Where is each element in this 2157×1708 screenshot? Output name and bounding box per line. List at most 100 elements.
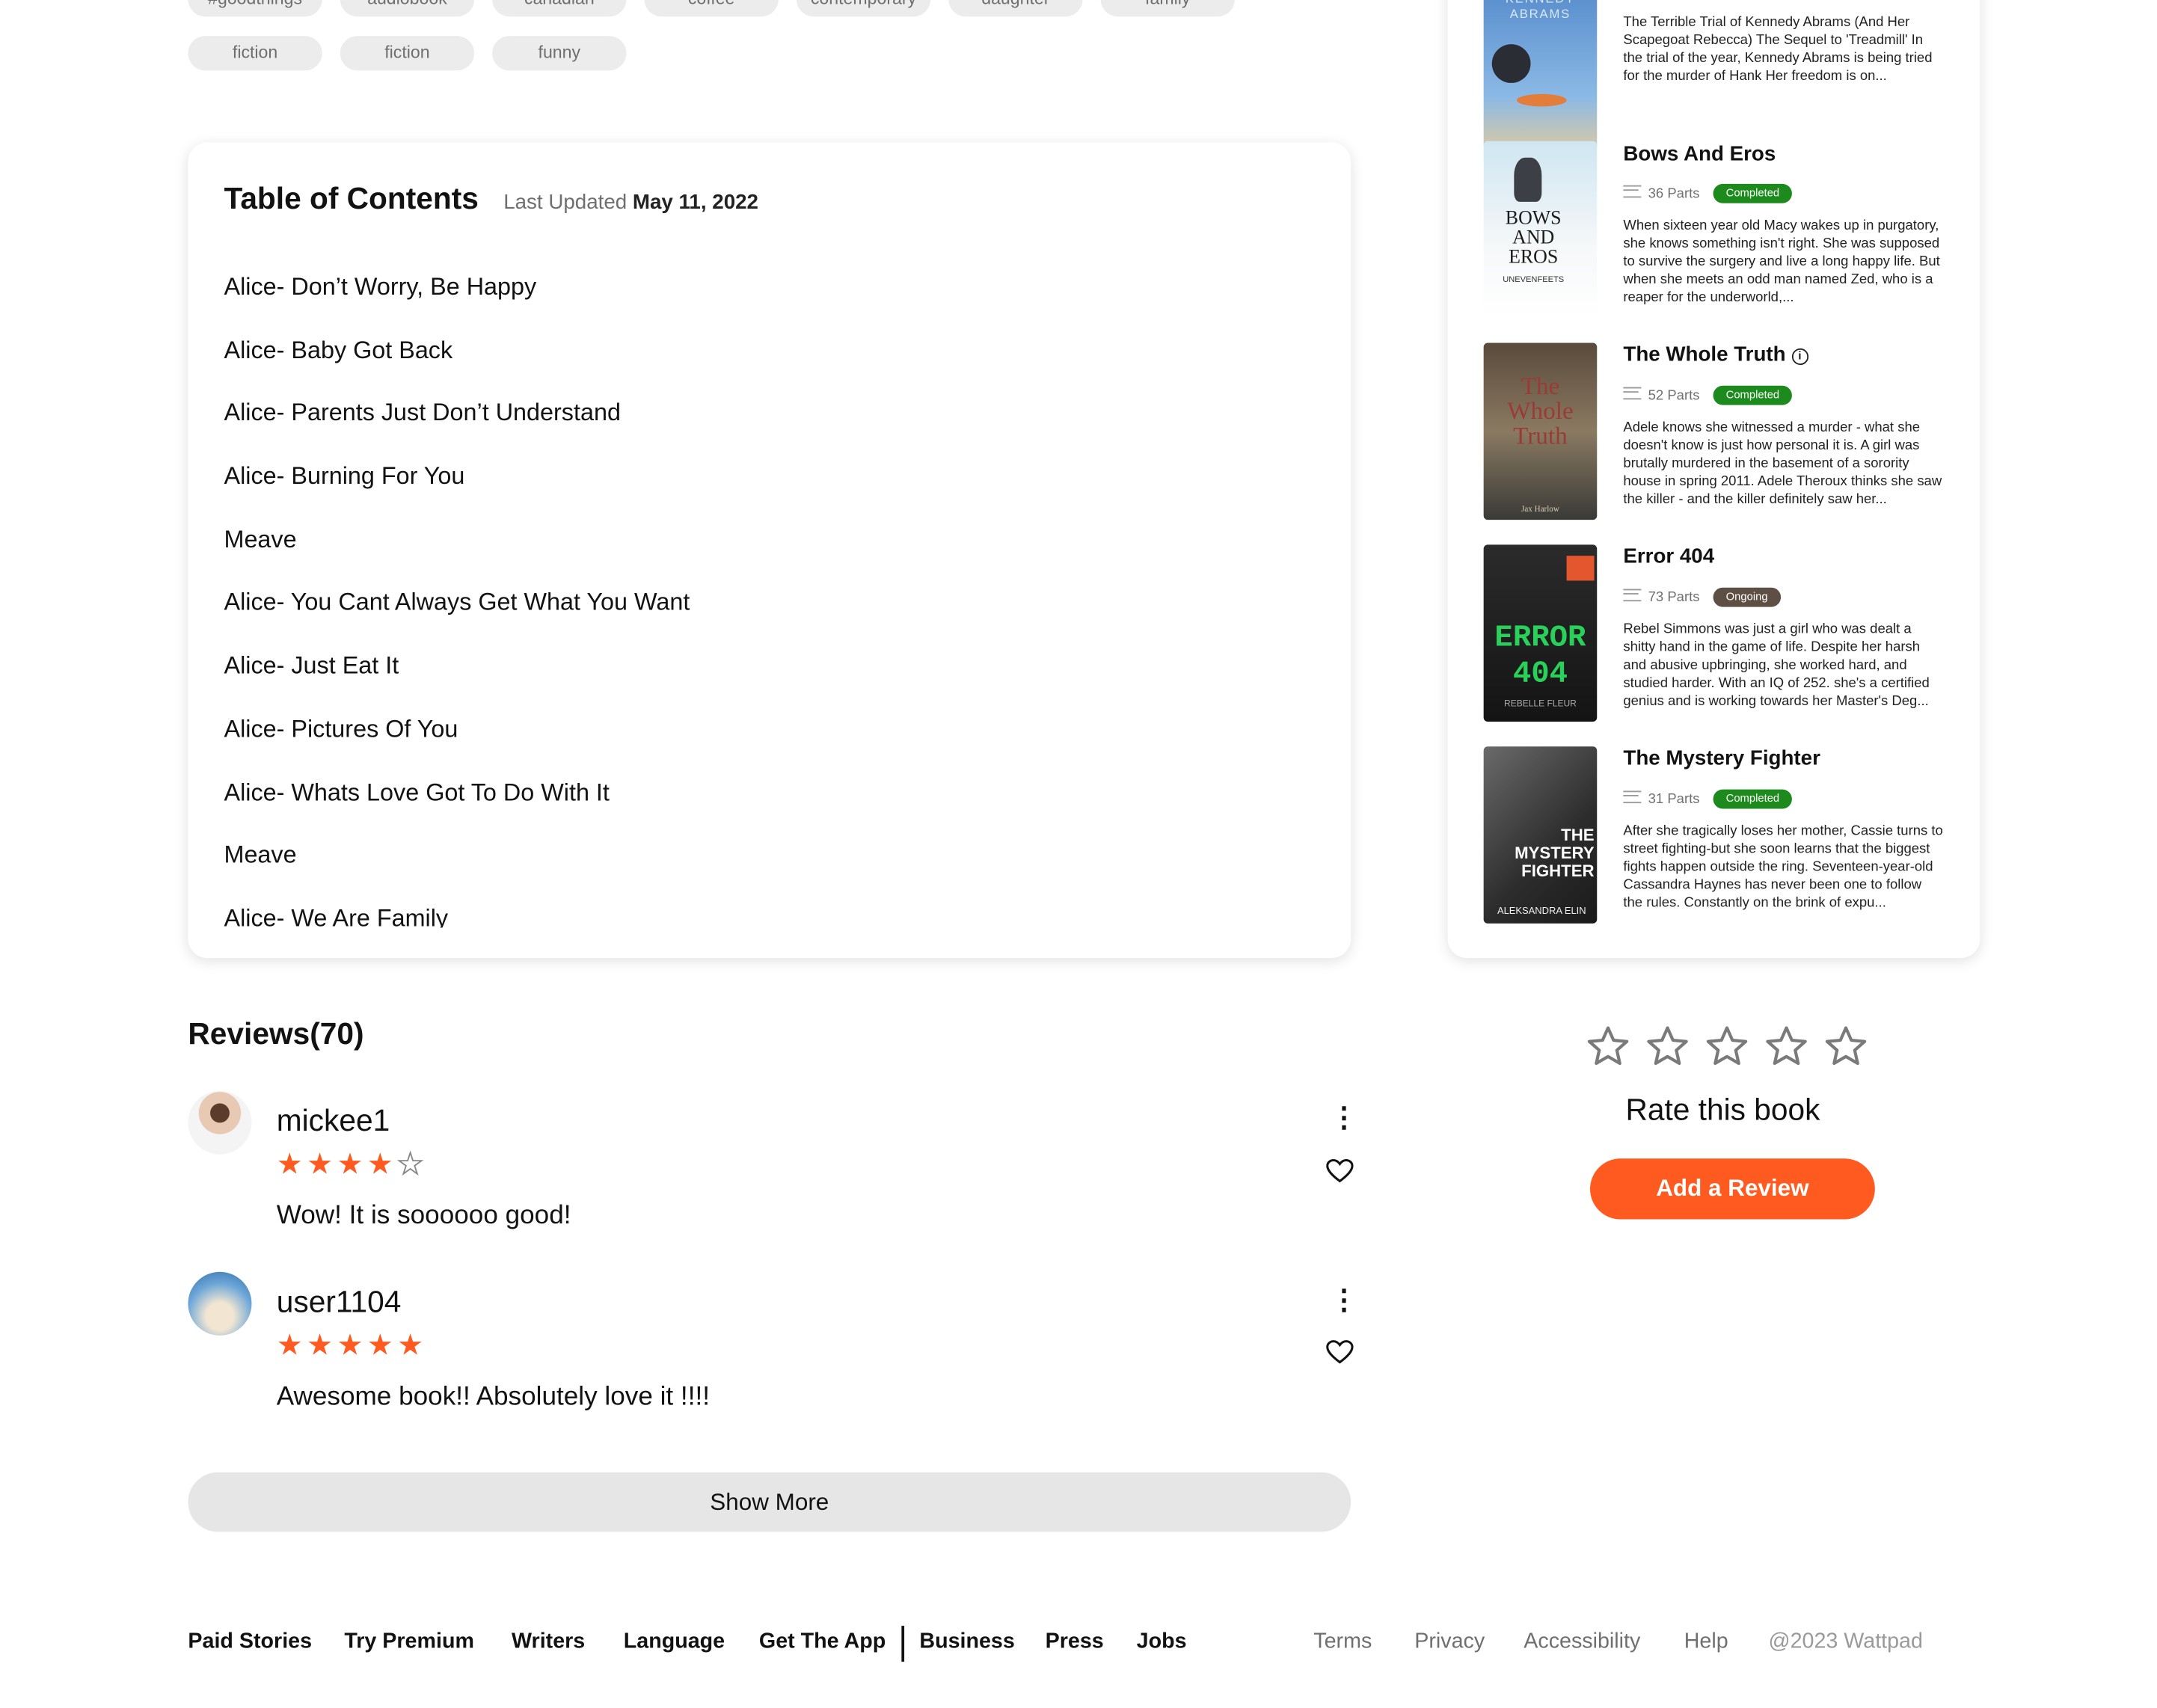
footer-link-help[interactable]: Help [1684, 1630, 1728, 1655]
parts-count-text: 73 Parts [1648, 590, 1700, 606]
book-cover[interactable]: KENNEDY ABRAMS [1483, 0, 1598, 150]
parts-count: 31 Parts [1623, 790, 1700, 808]
star-outline-icon[interactable] [1585, 1023, 1632, 1070]
tag-chip[interactable]: coffee [644, 0, 779, 17]
star-icon: ★ [397, 1330, 428, 1362]
reviews-heading: Reviews(70) [188, 1016, 364, 1051]
star-icon: ★ [307, 1330, 337, 1362]
status-badge: Completed [1713, 183, 1792, 203]
footer-link-terms[interactable]: Terms [1313, 1630, 1372, 1655]
parts-count: 36 Parts [1623, 185, 1700, 202]
footer-link-writers[interactable]: Writers [512, 1630, 585, 1655]
book-description: After she tragically loses her mother, C… [1623, 823, 1943, 912]
footer-link-business[interactable]: Business [919, 1630, 1014, 1655]
book-meta: 52 Parts Completed [1623, 385, 1792, 405]
tag-chip[interactable]: fiction [188, 36, 322, 71]
toc-title: Table of Contents [224, 181, 479, 216]
toc-chapter-link[interactable]: Meave [224, 838, 1302, 901]
tag-chip[interactable]: canadian [492, 0, 627, 17]
heart-icon[interactable] [1326, 1158, 1354, 1183]
copyright: @2023 Wattpad [1768, 1629, 1923, 1654]
star-outline-icon[interactable] [1704, 1023, 1751, 1070]
book-title-link[interactable]: Bows And Eros [1623, 142, 1776, 165]
footer-link-get-the-app[interactable]: Get The App [759, 1630, 886, 1655]
cover-figure [1514, 157, 1542, 202]
toc-chapter-link[interactable]: Alice- You Cant Always Get What You Want [224, 586, 1302, 648]
book-title-link[interactable]: The Whole Truth i [1623, 342, 1808, 366]
toc-chapter-link[interactable]: Alice- Parents Just Don’t Understand [224, 396, 1302, 458]
review-username[interactable]: mickee1 [277, 1103, 390, 1139]
tag-chip[interactable]: audiobook [340, 0, 475, 17]
book-cover[interactable]: ERROR 404 REBELLE FLEUR [1483, 544, 1598, 722]
footer-link-privacy[interactable]: Privacy [1414, 1630, 1485, 1655]
toc-chapter-link[interactable]: Alice- Just Eat It [224, 648, 1302, 711]
kebab-menu-icon[interactable]: ⋮ [1330, 1287, 1357, 1315]
star-icon: ★ [307, 1149, 337, 1181]
parts-list-icon [1623, 790, 1642, 804]
last-updated-date: May 11, 2022 [632, 191, 758, 215]
star-outline-icon[interactable] [1823, 1023, 1870, 1070]
book-title-link[interactable]: The Mystery Fighter [1623, 746, 1820, 769]
tag-chip[interactable]: family [1100, 0, 1235, 17]
last-updated-label: Last Updated [503, 191, 628, 215]
footer-link-paid-stories[interactable]: Paid Stories [188, 1630, 312, 1655]
book-cover[interactable]: The Whole Truth Jax Harlow [1483, 342, 1598, 520]
footer-link-language[interactable]: Language [624, 1630, 725, 1655]
heart-icon[interactable] [1326, 1339, 1354, 1364]
award-seal [1491, 44, 1531, 83]
toc-chapter-link[interactable]: Alice- Whats Love Got To Do With It [224, 775, 1302, 838]
tag-chip[interactable]: #goodthings [188, 0, 322, 17]
toc-list[interactable]: Alice- Don’t Worry, Be Happy Alice- Baby… [224, 269, 1302, 927]
review-username[interactable]: user1104 [277, 1284, 402, 1320]
footer-link-try-premium[interactable]: Try Premium [344, 1630, 474, 1655]
book-description: Rebel Simmons was just a girl who was de… [1623, 621, 1930, 710]
toc-chapter-link[interactable]: Alice- Burning For You [224, 459, 1302, 522]
add-review-button[interactable]: Add a Review [1590, 1158, 1875, 1220]
cover-author-text: UNEVENFEETS [1503, 276, 1565, 285]
star-icon: ★ [366, 1149, 398, 1181]
tag-chip[interactable]: daughter [948, 0, 1083, 17]
tag-chip[interactable]: fiction [340, 36, 475, 71]
tag-chip[interactable]: contemporary [796, 0, 931, 17]
book-description: The Terrible Trial of Kennedy Abrams (An… [1623, 15, 1933, 85]
rate-this-book-label: Rate this book [1625, 1092, 1820, 1127]
parts-list-icon [1623, 387, 1642, 400]
cover-title-text: THE MYSTERY FIGHTER [1515, 825, 1595, 881]
toc-chapter-link[interactable]: Alice- We Are Family [224, 901, 1302, 928]
toc-chapter-link[interactable]: Meave [224, 522, 1302, 585]
book-title-text: The Whole Truth [1623, 342, 1786, 366]
tag-chip[interactable]: funny [492, 36, 627, 71]
review-rating: ★★★★★ [277, 1330, 428, 1363]
book-description: When sixteen year old Macy wakes up in p… [1623, 218, 1940, 306]
book-title-link[interactable]: Error 404 [1623, 544, 1714, 568]
recommended-stories: KENNEDY ABRAMS The Terrible Trial of Ken… [1447, 0, 1980, 959]
book-meta: 73 Parts Ongoing [1623, 587, 1781, 607]
footer-link-accessibility[interactable]: Accessibility [1524, 1630, 1640, 1655]
star-outline-icon[interactable] [1763, 1023, 1810, 1070]
avatar[interactable] [188, 1090, 252, 1155]
footer-link-jobs[interactable]: Jobs [1137, 1630, 1187, 1655]
parts-count-text: 52 Parts [1648, 388, 1700, 404]
star-icon: ★ [337, 1149, 367, 1181]
book-meta: 31 Parts Completed [1623, 789, 1792, 809]
book-cover[interactable]: BOWS AND EROS UNEVENFEETS [1483, 141, 1598, 319]
avatar[interactable] [188, 1271, 252, 1336]
footer-link-press[interactable]: Press [1046, 1630, 1104, 1655]
cover-art [1517, 93, 1567, 107]
cover-author-text: ALEKSANDRA ELIN [1497, 906, 1586, 917]
kebab-menu-icon[interactable]: ⋮ [1330, 1105, 1357, 1132]
parts-count: 52 Parts [1623, 387, 1700, 404]
toc-chapter-link[interactable]: Alice- Pictures Of You [224, 712, 1302, 775]
toc-chapter-link[interactable]: Alice- Don’t Worry, Be Happy [224, 269, 1302, 332]
show-more-button[interactable]: Show More [188, 1472, 1351, 1532]
star-empty-icon: ★ [396, 1148, 428, 1181]
cover-title-text: BOWS AND EROS [1505, 209, 1562, 268]
star-outline-icon[interactable] [1644, 1023, 1691, 1070]
book-cover[interactable]: THE MYSTERY FIGHTER ALEKSANDRA ELIN [1483, 746, 1598, 924]
footer-divider [901, 1626, 905, 1662]
rating-input[interactable] [1585, 1023, 1870, 1070]
review-text: Awesome book!! Absolutely love it !!!! [276, 1382, 710, 1412]
toc-chapter-link[interactable]: Alice- Baby Got Back [224, 333, 1302, 396]
cover-author-text: Jax Harlow [1521, 506, 1559, 514]
table-of-contents: Table of Contents Last Updated May 11, 2… [188, 142, 1351, 959]
